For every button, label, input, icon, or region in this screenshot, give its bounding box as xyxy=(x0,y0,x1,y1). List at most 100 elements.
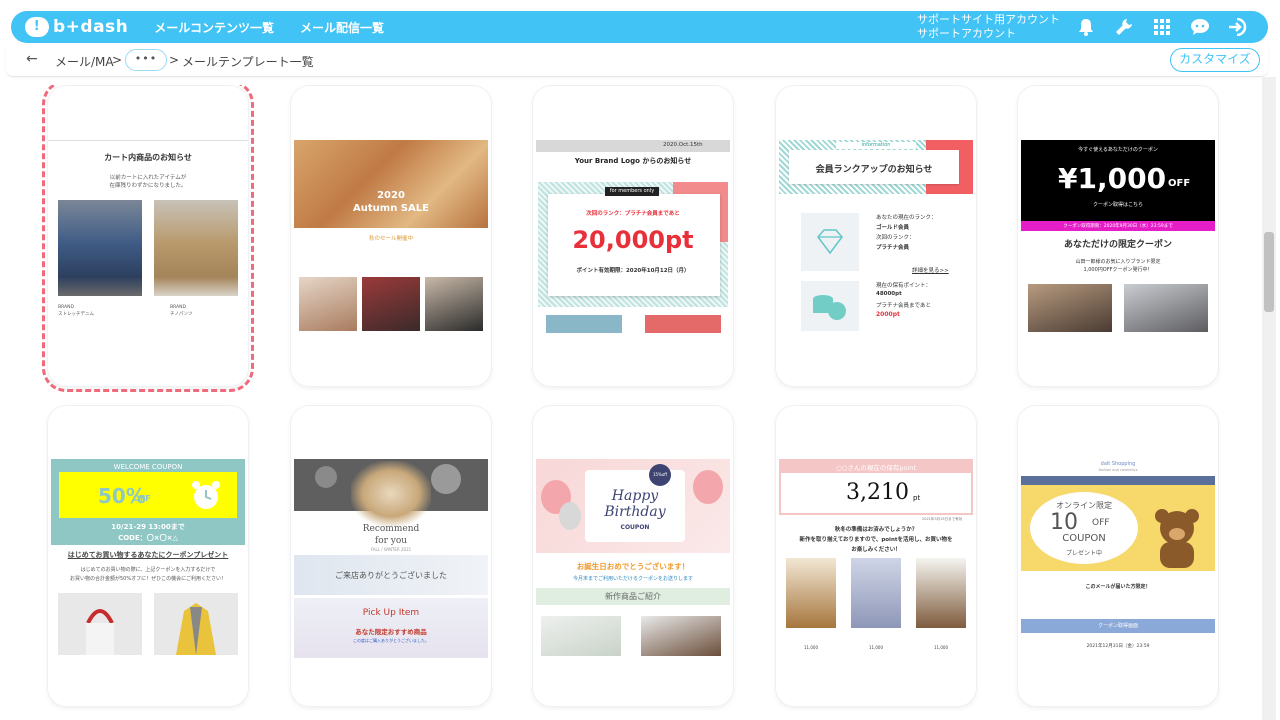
shop-subtitle: fashion and cosmetics xyxy=(1098,468,1138,472)
breadcrumb-template-list: メールテンプレート一覧 xyxy=(182,55,314,69)
sale-year: 2020 xyxy=(377,190,405,201)
online-label: オンライン限定 xyxy=(1056,501,1112,510)
bear-icon xyxy=(1148,502,1206,568)
card-desc: 以前カートに入れたアイテムが xyxy=(109,175,187,181)
logo[interactable]: ! b+dash xyxy=(25,17,128,37)
hero-image xyxy=(294,140,488,228)
product-price: 11,000 xyxy=(869,645,883,650)
template-card-point-balance[interactable]: ○○さんの現在の保有point 3,210 pt 2021年3月15日まで有効 … xyxy=(776,406,976,706)
new-items-title: 新作商品ご紹介 xyxy=(605,592,661,601)
shoes-image xyxy=(351,461,431,526)
members-only-label: for members only xyxy=(609,188,655,194)
coupon-date: 10/21-29 13:00まで xyxy=(111,523,185,531)
account-info[interactable]: サポートサイト用アカウント サポートアカウント xyxy=(917,13,1060,41)
template-card-rank-up[interactable]: information 会員ランクアップのお知らせ あなたの現在のランク： ゴー… xyxy=(776,86,976,386)
template-card-autumn-sale[interactable]: 2020 Autumn SALE 秋のセール開催中 xyxy=(291,86,491,386)
points-value: 48000pt xyxy=(876,291,902,297)
customize-button[interactable]: カスタマイズ xyxy=(1170,48,1260,72)
rank-value: ゴールド会員 xyxy=(876,225,910,231)
recommend-title: Recommend xyxy=(362,524,420,534)
product-image xyxy=(154,200,238,296)
coupon-period: クーポン取得期限：2020年9月30日（水）23:59まで xyxy=(1063,224,1173,229)
vertical-scrollbar[interactable] xyxy=(1262,77,1276,720)
nav-mail-contents[interactable]: メールコンテンツ一覧 xyxy=(154,19,274,36)
product-image xyxy=(1028,284,1112,332)
season-label: FALL / WINTER 2021 xyxy=(370,547,412,552)
card-desc: 在庫残りわずかになりました。 xyxy=(109,183,187,189)
alarm-clock-icon xyxy=(188,478,224,512)
scrollbar-thumb[interactable] xyxy=(1264,232,1274,312)
card-desc: 1,000円OFFクーポン発行中！ xyxy=(1083,267,1153,273)
thanks-message: ご来店ありがとうございました xyxy=(335,571,447,580)
logout-icon[interactable] xyxy=(1228,17,1248,37)
template-card-welcome-coupon[interactable]: WELCOME COUPON 50% OFF 10/21-29 13:00まで … xyxy=(48,406,248,706)
pickup-title: Pick Up Item xyxy=(362,608,420,618)
logo-bubble-icon: ! xyxy=(25,17,49,37)
template-card-online-coupon[interactable]: dalt Shopping fashion and cosmetics オンライ… xyxy=(1018,406,1218,706)
template-card-recommend[interactable]: Recommend for you FALL / WINTER 2021 ご来店… xyxy=(291,406,491,706)
coupon-off: OFF xyxy=(1168,178,1191,189)
rank-label: あなたの現在のランク： xyxy=(876,215,937,221)
card-title: はじめてお買い物するあなたにクーポンプレゼント xyxy=(67,551,229,559)
top-navigation-bar: ! b+dash メールコンテンツ一覧 メール配信一覧 サポートサイト用アカウン… xyxy=(11,11,1268,43)
coins-icon xyxy=(801,281,859,331)
breadcrumb-bar: ← メール/MA > ••• > メールテンプレート一覧 カスタマイズ xyxy=(6,43,1268,77)
points-header: ○○さんの現在の保有point xyxy=(836,464,916,472)
points-unit: pt xyxy=(913,494,921,502)
balloon xyxy=(693,470,723,504)
expire-text: ポイント有効期限：2020年10月12日（月） xyxy=(576,268,690,274)
breadcrumb-more-button[interactable]: ••• xyxy=(125,49,167,71)
welcome-label: WELCOME COUPON xyxy=(113,463,183,471)
coupon-label: COUPON xyxy=(1062,533,1106,544)
sale-title: Autumn SALE xyxy=(353,203,429,214)
button-rank-up xyxy=(645,315,721,333)
nav-mail-delivery[interactable]: メール配信一覧 xyxy=(300,19,384,36)
button-check-points xyxy=(546,315,622,333)
product-image xyxy=(425,277,483,331)
coupon-percent: 10 xyxy=(1050,510,1078,535)
bell-icon[interactable] xyxy=(1076,17,1096,37)
product-image xyxy=(58,593,142,655)
grid-icon[interactable] xyxy=(1152,17,1172,37)
coupon-amount: ¥1,000 xyxy=(1058,162,1167,195)
product-image xyxy=(299,277,357,331)
off-strip xyxy=(1021,476,1215,485)
product-image xyxy=(58,200,142,296)
template-card-birthday[interactable]: 15%off Happy Birthday COUPON お誕生日おめでとうござ… xyxy=(533,406,733,706)
brand-logo-text: Your Brand Logo からのお知らせ xyxy=(574,157,692,165)
decor-circle xyxy=(431,464,461,494)
discount-badge-text: 15%off xyxy=(652,472,668,477)
more-link: 詳細を見る>> xyxy=(912,268,949,274)
chat-icon[interactable] xyxy=(1190,17,1210,37)
account-line1: サポートサイト用アカウント xyxy=(917,13,1060,26)
info-label: information xyxy=(861,142,891,148)
coupon-label: COUPON xyxy=(620,524,650,531)
pickup-subtitle: あなた限定おすすめ商品 xyxy=(355,628,427,636)
coupon-date: 2021年12月31日（金）23:59 xyxy=(1086,644,1150,649)
breadcrumb-separator: > xyxy=(169,53,180,67)
wrench-icon[interactable] xyxy=(1114,17,1134,37)
pickup-desc: この度はご購入ありがとうございました。 xyxy=(353,638,429,643)
shop-name: dalt Shopping xyxy=(1100,461,1136,467)
product-image xyxy=(541,616,621,656)
template-card-cart[interactable]: カート内商品のお知らせ 以前カートに入れたアイテムが 在庫残りわずかになりました… xyxy=(42,85,254,392)
account-line2: サポートアカウント xyxy=(917,27,1016,40)
product-image xyxy=(362,277,420,331)
rank-text: 次回のランク：プラチナ会員まであと xyxy=(586,211,680,217)
template-card-yen-coupon[interactable]: 今すぐ使えるあなただけのクーポン ¥1,000 OFF クーポン取得はこちら ク… xyxy=(1018,86,1218,386)
points-value: 3,210 xyxy=(846,480,909,505)
breadcrumb-mail-ma[interactable]: メール/MA xyxy=(55,53,114,70)
points-expiry: 2021年3月15日まで有効 xyxy=(922,517,963,521)
back-arrow-icon[interactable]: ← xyxy=(26,51,38,67)
card-desc: はじめてのお買い物の際に、上記クーポンを入力するだけで xyxy=(80,567,216,573)
message-line: このメールが届いた方限定！ xyxy=(1085,584,1151,590)
product-name: ストレッチデニム xyxy=(58,312,94,317)
product-brand: BRAND xyxy=(170,305,186,310)
points-value: 20,000pt xyxy=(572,226,694,254)
coupon-link-text: クーポン取得はこちら xyxy=(1092,202,1143,208)
coupon-top-text: 今すぐ使えるあなただけのクーポン xyxy=(1078,147,1158,153)
coupon-off: OFF xyxy=(133,494,151,503)
date-label: 2020.Oct.15th xyxy=(663,142,703,148)
birthday-message: お誕生日おめでとうございます！ xyxy=(576,562,690,571)
template-card-points-rank[interactable]: 2020.Oct.15th Your Brand Logo からのお知らせ fo… xyxy=(533,86,733,386)
